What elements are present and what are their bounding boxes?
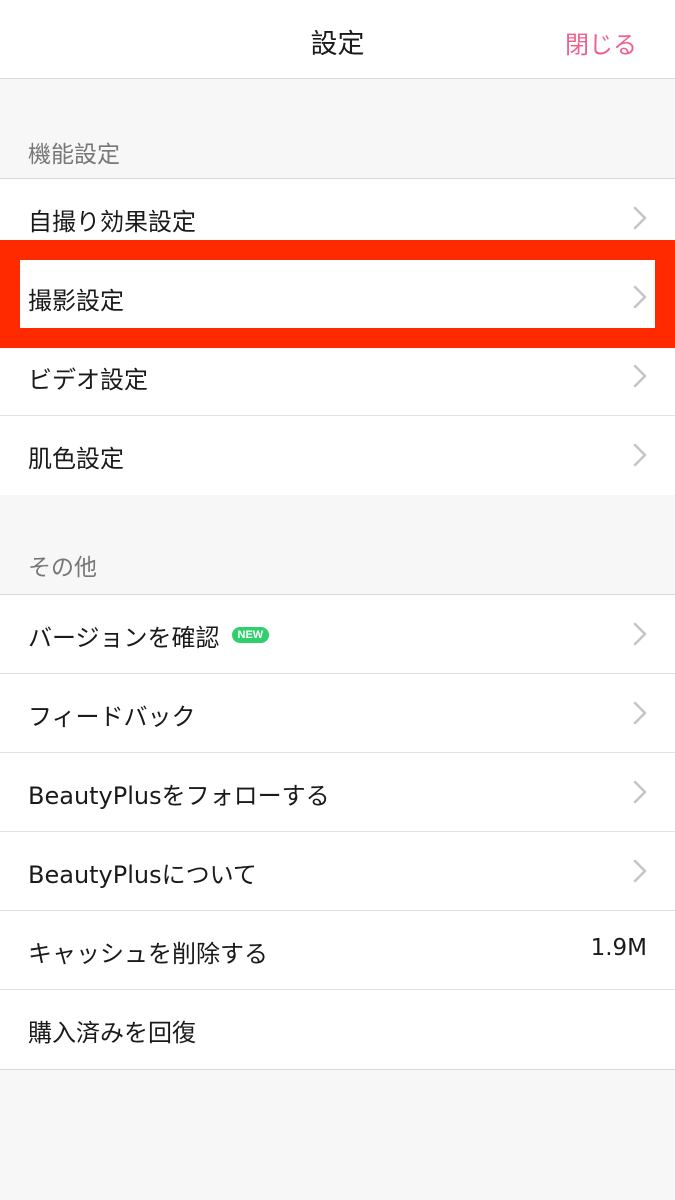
new-badge: NEW — [231, 627, 270, 643]
list-item-label: フィードバック — [28, 703, 196, 731]
chevron-right-icon — [633, 206, 647, 230]
list-item-selfie-effect-settings[interactable]: 自撮り効果設定 — [0, 179, 675, 258]
section-header-features: 機能設定 — [0, 79, 675, 179]
cache-size-value: 1.9M — [590, 935, 647, 961]
chevron-right-icon — [633, 364, 647, 388]
chevron-right-icon — [633, 701, 647, 725]
chevron-right-icon — [633, 622, 647, 646]
chevron-right-icon — [633, 443, 647, 467]
list-item-label: 撮影設定 — [28, 287, 124, 315]
section-label: その他 — [28, 555, 97, 581]
navigation-bar: 設定 閉じる — [0, 0, 675, 79]
features-settings-group: 自撮り効果設定 撮影設定 ビデオ設定 肌色設定 — [0, 178, 675, 496]
chevron-right-icon — [633, 859, 647, 883]
chevron-right-icon — [633, 285, 647, 309]
list-item-label: 購入済みを回復 — [28, 1019, 196, 1047]
list-item-video-settings[interactable]: ビデオ設定 — [0, 337, 675, 416]
list-item-follow-beautyplus[interactable]: BeautyPlusをフォローする — [0, 753, 675, 832]
other-settings-group: バージョンを確認 NEW フィードバック BeautyPlusをフォローする Be… — [0, 594, 675, 1070]
close-button[interactable]: 閉じる — [565, 25, 637, 60]
list-item-label: BeautyPlusについて — [28, 861, 257, 889]
list-item-clear-cache[interactable]: キャッシュを削除する 1.9M — [0, 911, 675, 990]
section-header-other: その他 — [0, 495, 675, 595]
list-item-label: 肌色設定 — [28, 445, 124, 473]
list-item-label: ビデオ設定 — [28, 366, 148, 394]
list-item-skin-tone-settings[interactable]: 肌色設定 — [0, 416, 675, 495]
list-item-about-beautyplus[interactable]: BeautyPlusについて — [0, 832, 675, 911]
list-item-label: バージョンを確認 NEW — [28, 618, 270, 653]
chevron-right-icon — [633, 780, 647, 804]
list-item-shooting-settings[interactable]: 撮影設定 — [0, 258, 675, 337]
list-item-label: キャッシュを削除する — [28, 940, 268, 968]
list-item-check-version[interactable]: バージョンを確認 NEW — [0, 595, 675, 674]
check-version-label: バージョンを確認 — [28, 624, 220, 652]
list-item-label: BeautyPlusをフォローする — [28, 782, 330, 810]
list-item-feedback[interactable]: フィードバック — [0, 674, 675, 753]
list-item-label: 自撮り効果設定 — [28, 208, 196, 236]
list-item-restore-purchases[interactable]: 購入済みを回復 — [0, 990, 675, 1069]
section-label: 機能設定 — [28, 142, 120, 168]
